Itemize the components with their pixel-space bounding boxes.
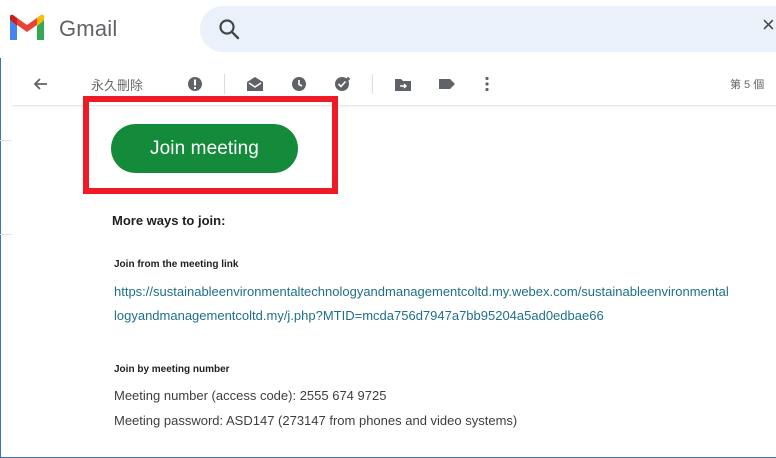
highlight-annotation-box [83, 96, 338, 194]
mark-unread-icon [247, 77, 263, 91]
move-to-icon [395, 78, 411, 91]
link-section-heading: Join from the meeting link [114, 259, 239, 270]
page-indicator: 第 5 個 [730, 79, 765, 91]
move-to-button[interactable] [392, 62, 414, 106]
meeting-link-line-2[interactable]: logyandmanagementcoltd.my/j.php?MTID=mcd… [114, 308, 604, 323]
search-bar[interactable] [200, 6, 776, 52]
toolbar-divider [372, 74, 373, 94]
delete-forever-label: 永久刪除 [90, 77, 143, 93]
snooze-icon [292, 77, 306, 91]
report-spam-icon [188, 77, 202, 91]
toolbar-divider [224, 74, 225, 94]
label-icon [439, 79, 455, 89]
edge-divider [0, 140, 12, 141]
more-ways-heading: More ways to join: [112, 213, 226, 228]
number-section-heading: Join by meeting number [114, 364, 230, 375]
gmail-header: Gmail × [0, 0, 776, 58]
add-to-tasks-icon [335, 77, 350, 91]
more-vert-icon [485, 76, 489, 92]
clear-search-icon[interactable]: × [762, 14, 775, 36]
label-button[interactable] [436, 62, 458, 106]
meeting-password-text: Meeting password: ASD147 (273147 from ph… [114, 413, 518, 428]
back-button[interactable] [28, 62, 52, 106]
back-arrow-icon [33, 78, 47, 90]
meeting-link-line-1[interactable]: https://sustainableenvironmentaltechnolo… [114, 284, 729, 299]
meeting-number-text: Meeting number (access code): 2555 674 9… [114, 388, 387, 403]
search-icon[interactable] [218, 18, 240, 40]
gmail-wordmark[interactable]: Gmail [59, 16, 117, 42]
gmail-logo-icon[interactable] [8, 14, 46, 42]
more-options-button[interactable] [478, 62, 496, 106]
edge-divider [0, 234, 12, 235]
